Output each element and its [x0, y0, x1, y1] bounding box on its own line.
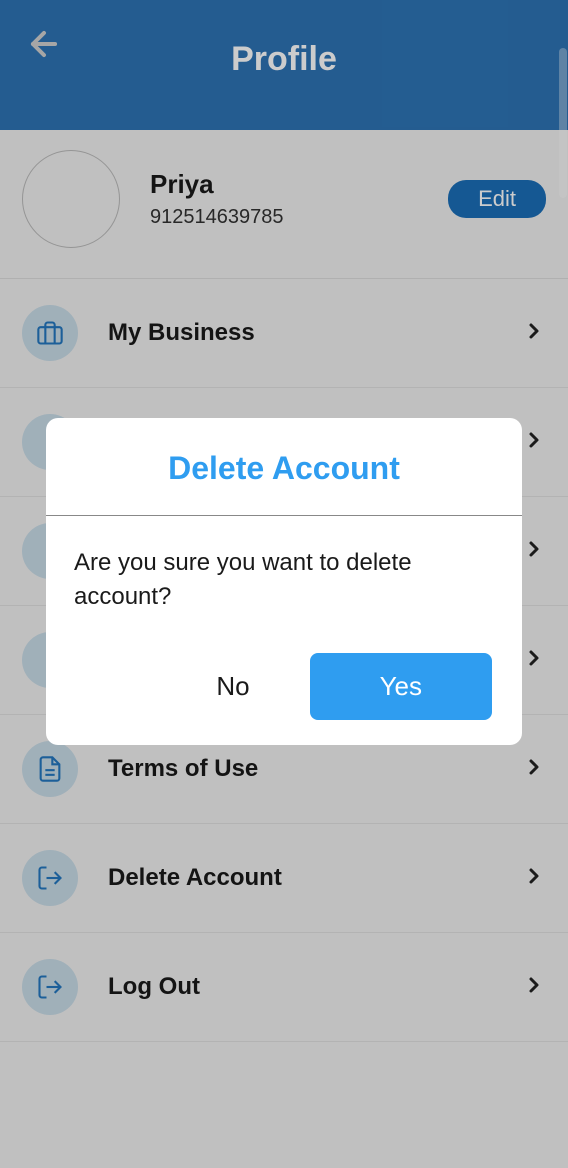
- modal-title: Delete Account: [66, 450, 502, 487]
- delete-account-modal: Delete Account Are you sure you want to …: [46, 418, 522, 745]
- modal-message: Are you sure you want to delete account?: [74, 546, 494, 613]
- modal-overlay[interactable]: Delete Account Are you sure you want to …: [0, 0, 568, 1168]
- modal-body: Are you sure you want to delete account?: [46, 516, 522, 623]
- modal-actions: No Yes: [46, 623, 522, 745]
- modal-header: Delete Account: [46, 418, 522, 516]
- no-button[interactable]: No: [196, 661, 269, 712]
- yes-button[interactable]: Yes: [310, 653, 492, 720]
